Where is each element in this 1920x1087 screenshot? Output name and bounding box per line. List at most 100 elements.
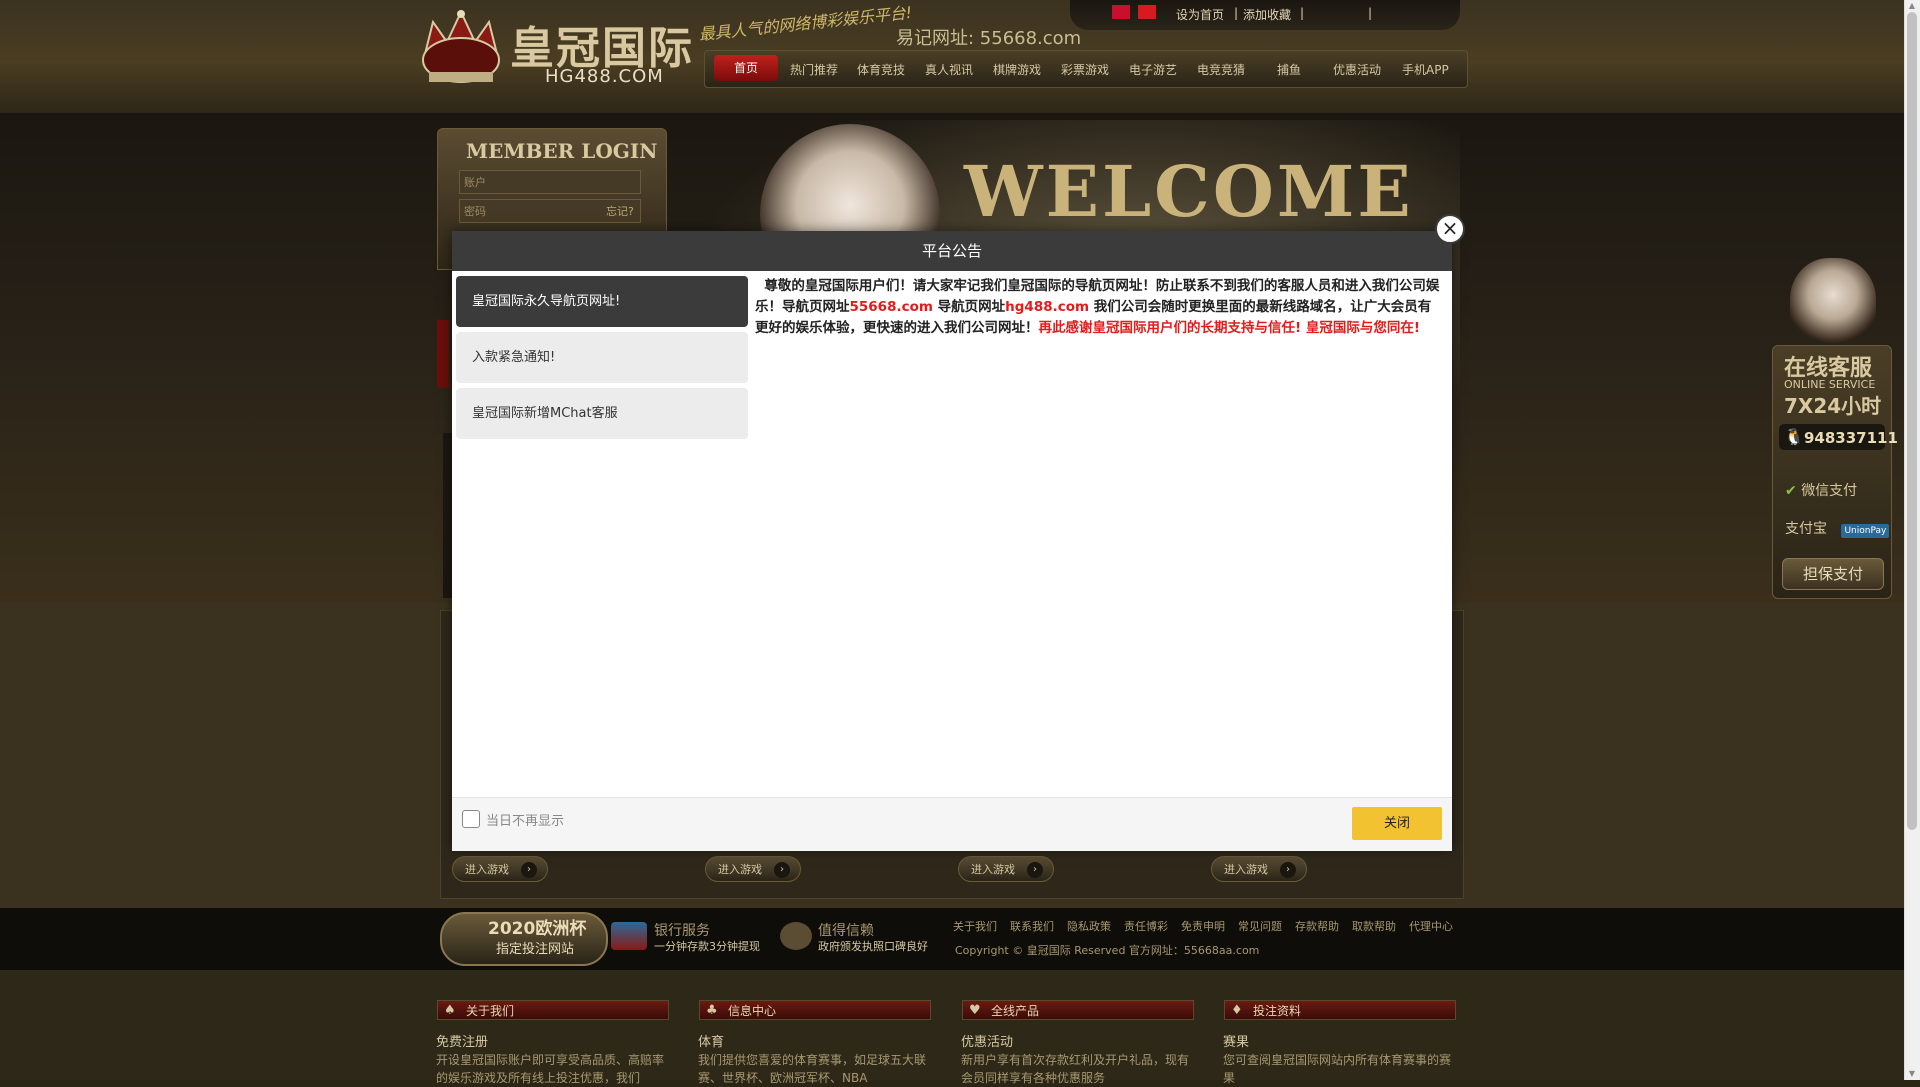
euro-cup-title: 2020欧洲杯 [488,919,587,939]
check-icon: ✔ [1785,483,1797,499]
arrow-right-icon: › [521,862,537,878]
notice-tab-nav-url[interactable]: 皇冠国际永久导航页网址! [456,276,748,327]
trust-seal-icon [780,922,812,950]
nav-item-fishing[interactable]: 捕鱼 [1277,61,1301,78]
alipay-label: 支付宝 UnionPay [1785,518,1890,538]
qq-number[interactable]: 948337111 [1804,429,1898,447]
crown-logo-icon[interactable] [415,4,507,92]
top-link-separator: | [1368,6,1373,20]
scroll-down-icon[interactable]: ▼ [1905,1068,1919,1080]
login-title: MEMBER LOGIN [466,139,658,163]
footer-link-responsible[interactable]: 责任博彩 [1124,918,1168,934]
dont-show-today-label[interactable]: 当日不再显示 [486,810,564,829]
flag-cn-icon[interactable] [1138,5,1156,19]
footer-link-about[interactable]: 关于我们 [953,918,997,934]
column-header-label: 全线产品 [991,1004,1040,1018]
service-hours: 7X24小时 [1784,394,1882,418]
enter-game-button[interactable]: 进入游戏 › [958,856,1054,882]
notice-tab-mchat[interactable]: 皇冠国际新增MChat客服 [456,388,748,439]
unionpay-icon: UnionPay [1841,524,1890,538]
nav-item-mobile-app[interactable]: 手机APP [1402,61,1449,78]
dont-show-today-checkbox[interactable] [462,810,480,828]
enter-game-label: 进入游戏 [465,863,509,876]
unionpay-icon [611,922,647,950]
trust-title: 值得信赖 [818,923,874,939]
enter-game-label: 进入游戏 [718,863,762,876]
footer-column-title[interactable]: 体育 [698,1031,724,1050]
easy-url-text: 易记网址: 55668.com [896,28,1082,49]
enter-game-label: 进入游戏 [1224,863,1268,876]
nav-item-esports[interactable]: 电竞竞猜 [1197,61,1245,78]
column-header-label: 信息中心 [728,1004,777,1018]
footer-link-privacy[interactable]: 隐私政策 [1067,918,1111,934]
footer-link-agent[interactable]: 代理中心 [1409,918,1453,934]
notice-text: 导航页网址 [932,299,1006,315]
guarantee-pay-button[interactable]: 担保支付 [1782,558,1884,590]
trust-subtitle: 政府颁发执照口碑良好 [818,940,928,953]
nav-item-lottery[interactable]: 彩票游戏 [1061,61,1109,78]
footer-column-title[interactable]: 免费注册 [436,1031,488,1050]
footer-link-faq[interactable]: 常见问题 [1238,918,1282,934]
set-home-link[interactable]: 设为首页 [1176,6,1224,23]
scroll-up-icon[interactable]: ▲ [1905,0,1919,12]
top-link-separator: | [1234,6,1239,20]
qq-penguin-icon: 🐧 [1784,427,1804,446]
forgot-password-link[interactable]: 忘记? [606,203,634,219]
footer-link-deposit-help[interactable]: 存款帮助 [1295,918,1339,934]
side-decoration [437,320,449,388]
footer-column-title[interactable]: 赛果 [1223,1031,1249,1050]
notice-content: 尊敬的皇冠国际用户们！请大家牢记我们皇冠国际的导航页网址！防止联系不到我们的客服… [755,276,1443,339]
thanks-text: 再此感谢皇冠国际用户们的长期支持与信任! 皇冠国际与您同在! [1038,320,1421,336]
username-input[interactable]: 账户 [459,170,641,194]
club-icon: ♣ [706,1003,718,1018]
footer-column-text: 我们提供您喜爱的体育赛事，如足球五大联赛、世界杯、欧洲冠军杯、NBA [698,1053,927,1085]
bank-service-title: 银行服务 [654,923,710,939]
nav-item-promotions[interactable]: 优惠活动 [1333,61,1381,78]
scrollbar-thumb[interactable] [1907,12,1917,830]
footer-column-header: ♣ 信息中心 [699,1000,931,1020]
copyright-text: Copyright © 皇冠国际 Reserved 官方网址：55668aa.c… [955,944,1260,957]
nav-url-link[interactable]: hg488.com [1005,299,1089,315]
enter-game-button[interactable]: 进入游戏 › [452,856,548,882]
footer-link-disclaimer[interactable]: 免责申明 [1181,918,1225,934]
enter-game-button[interactable]: 进入游戏 › [1211,856,1307,882]
footer-link-withdraw-help[interactable]: 取款帮助 [1352,918,1396,934]
spade-icon: ♠ [444,1003,456,1018]
nav-item-live[interactable]: 真人视讯 [925,61,973,78]
nav-item-sports[interactable]: 体育竞技 [857,61,905,78]
nav-item-home[interactable]: 首页 [714,55,778,81]
close-icon[interactable]: × [1435,214,1465,244]
top-link-separator: | [1300,6,1305,20]
bank-service-subtitle: 一分钟存款3分钟提现 [654,940,760,953]
heart-icon: ♥ [969,1003,981,1018]
footer-column-title[interactable]: 优惠活动 [961,1031,1013,1050]
nav-item-cards[interactable]: 棋牌游戏 [993,61,1041,78]
nav-url-link[interactable]: 55668.com [850,299,933,315]
wechat-pay-label: ✔ 微信支付 [1785,480,1857,500]
footer-column-header: ♠ 关于我们 [437,1000,669,1020]
close-button[interactable]: 关闭 [1352,807,1442,840]
modal-footer [452,797,1452,851]
euro-cup-subtitle: 指定投注网站 [496,942,575,957]
arrow-right-icon: › [1280,862,1296,878]
alipay-text: 支付宝 [1785,521,1827,537]
footer-band [0,908,1904,970]
service-agent-image [1790,258,1876,350]
nav-item-slots[interactable]: 电子游艺 [1129,61,1177,78]
flag-hk-icon[interactable] [1112,5,1130,19]
footer-column-text: 开设皇冠国际账户即可享受高品质、高赔率的娱乐游戏及所有线上投注优惠，我们 [436,1053,665,1085]
enter-game-button[interactable]: 进入游戏 › [705,856,801,882]
add-favorite-link[interactable]: 添加收藏 [1243,6,1291,23]
footer-column-text: 新用户享有首次存款红利及开户礼品，现有会员同样享有各种优惠服务 [961,1053,1190,1085]
welcome-heading: WELCOME [964,150,1414,233]
nav-item-hot[interactable]: 热门推荐 [790,61,838,78]
wechat-pay-text: 微信支付 [1801,483,1858,499]
column-header-label: 关于我们 [466,1004,515,1018]
footer-link-contact[interactable]: 联系我们 [1010,918,1054,934]
enter-game-label: 进入游戏 [971,863,1015,876]
column-header-label: 投注资料 [1253,1004,1302,1018]
notice-tab-deposit[interactable]: 入款紧急通知! [456,332,748,383]
logo-domain: HG488.COM [545,66,664,87]
footer-column-header: ♦ 投注资料 [1224,1000,1456,1020]
footer-column-text: 您可查阅皇冠国际网站内所有体育赛事的赛果 [1223,1053,1452,1085]
